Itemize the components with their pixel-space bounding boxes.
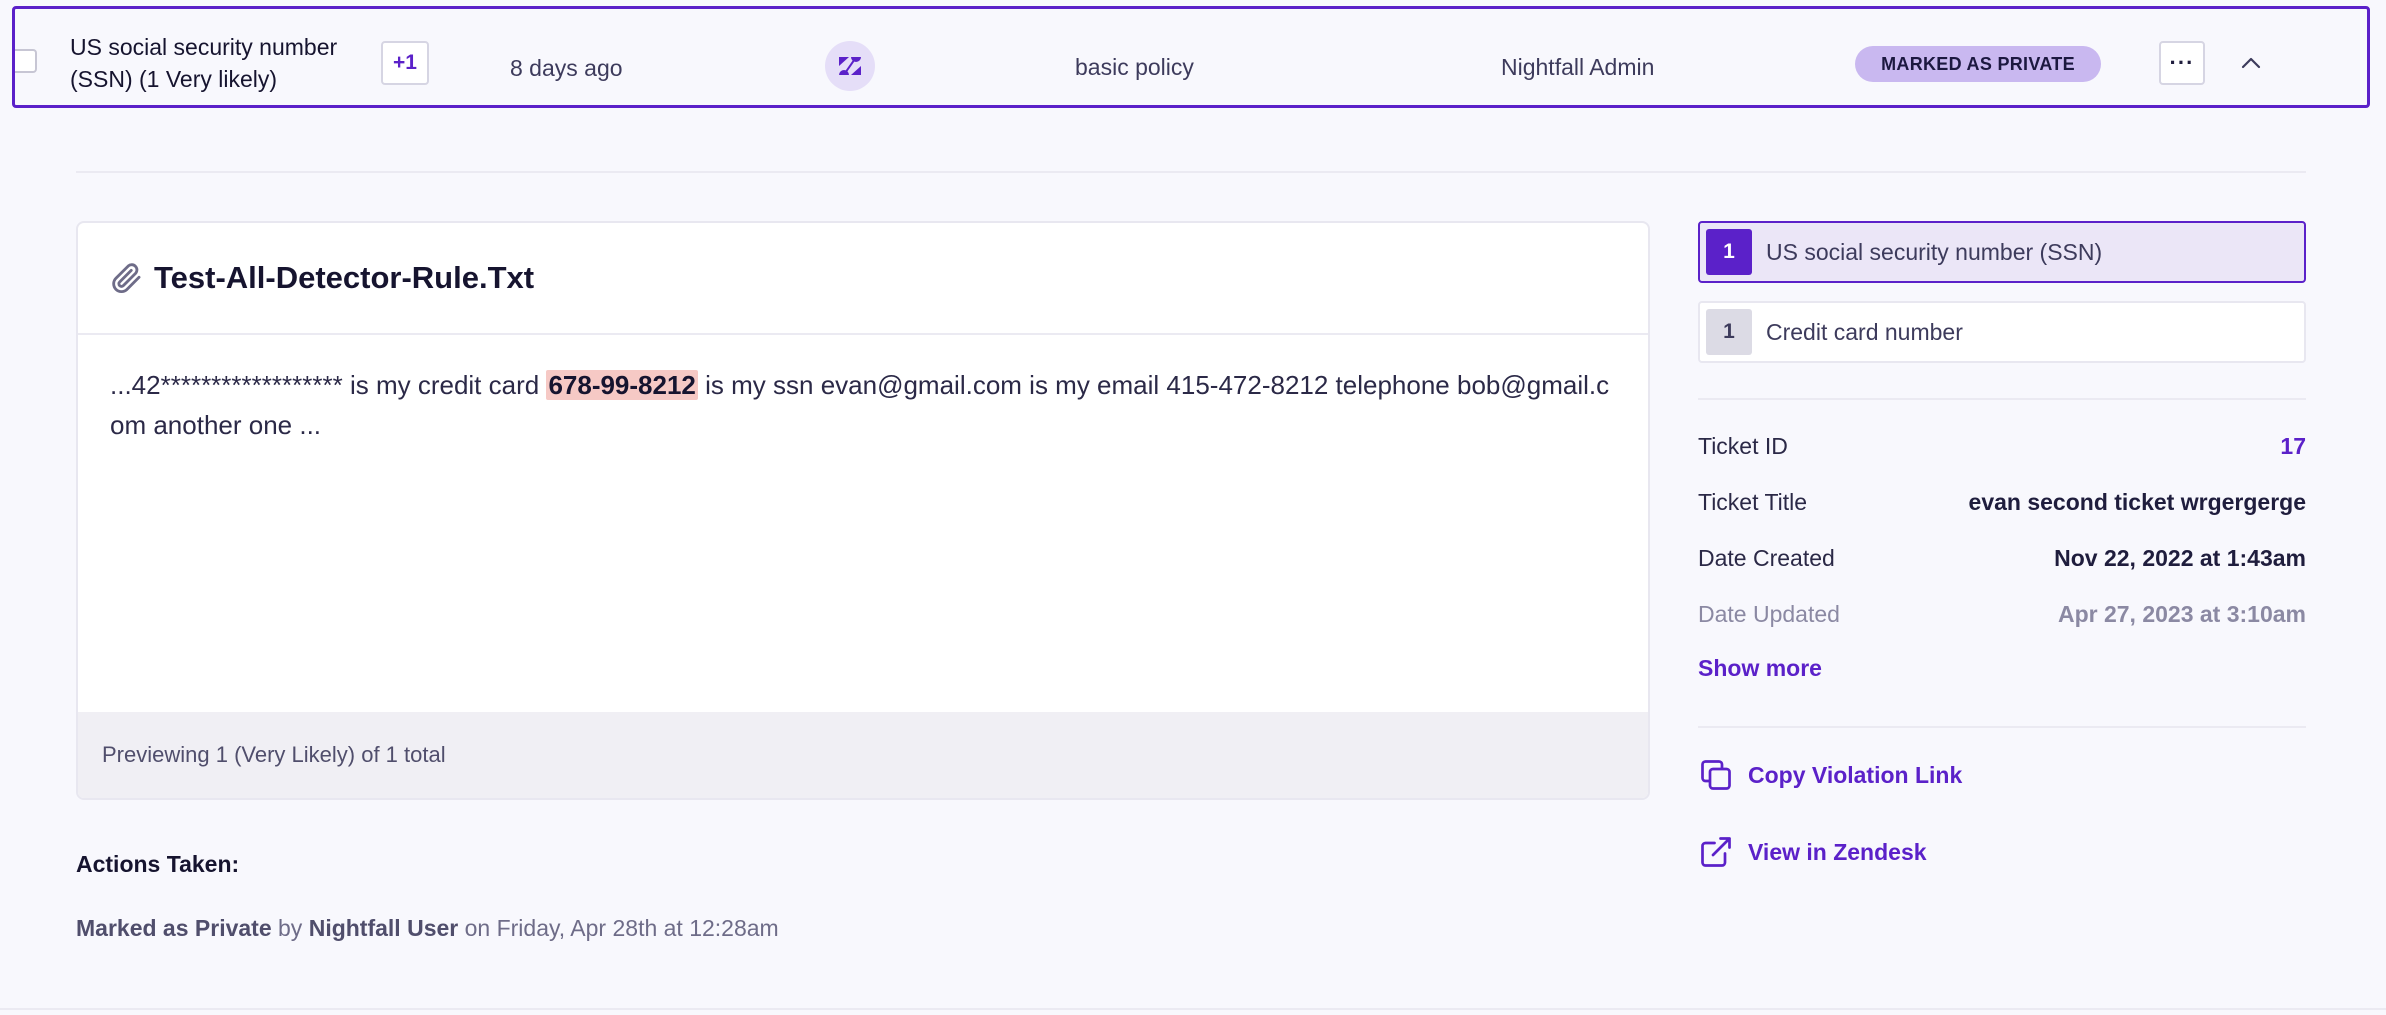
more-actions-button[interactable]: ···	[2159, 41, 2205, 85]
detector-count: 1	[1706, 309, 1752, 355]
detector-item-credit-card[interactable]: 1 Credit card number	[1698, 301, 2306, 363]
detector-summary: US social security number (SSN) (1 Very …	[70, 34, 338, 92]
view-in-zendesk-link[interactable]: View in Zendesk	[1698, 832, 1927, 872]
zendesk-icon	[825, 41, 875, 91]
detector-count: 1	[1706, 229, 1752, 275]
meta-date-updated: Date Updated Apr 27, 2023 at 3:10am	[1698, 598, 2306, 630]
detector-item-ssn[interactable]: 1 US social security number (SSN)	[1698, 221, 2306, 283]
copy-violation-link[interactable]: Copy Violation Link	[1698, 755, 1962, 795]
meta-value: Apr 27, 2023 at 3:10am	[2057, 600, 2306, 627]
show-more-link[interactable]: Show more	[1698, 655, 1822, 682]
preview-text-before: ...42****************** is my credit car…	[110, 370, 547, 400]
meta-value: Nov 22, 2022 at 1:43am	[2054, 544, 2306, 571]
violation-row[interactable]: US social security number (SSN) (1 Very …	[12, 6, 2370, 108]
action-name: Marked as Private	[76, 915, 272, 941]
copy-link-label: Copy Violation Link	[1748, 761, 1963, 788]
actor-name: Nightfall Admin	[1501, 54, 1655, 80]
paperclip-icon	[112, 263, 141, 294]
divider	[1698, 726, 2306, 728]
divider	[1698, 398, 2306, 400]
status-badge: MARKED AS PRIVATE	[1855, 46, 2101, 82]
external-link-icon	[1701, 837, 1731, 867]
card-header: Test-All-Detector-Rule.Txt	[78, 223, 1648, 335]
meta-key: Date Updated	[1698, 600, 1840, 627]
row-checkbox[interactable]	[15, 49, 37, 73]
policy-name: basic policy	[1075, 54, 1194, 80]
meta-date-created: Date Created Nov 22, 2022 at 1:43am	[1698, 542, 2306, 574]
meta-ticket-title: Ticket Title evan second ticket wrgerger…	[1698, 486, 2306, 518]
detector-label: US social security number (SSN)	[1766, 238, 2103, 265]
finding-highlight: 678-99-8212	[546, 370, 698, 400]
actions-taken-label: Actions Taken:	[76, 851, 240, 877]
view-zendesk-label: View in Zendesk	[1748, 838, 1927, 865]
meta-key: Ticket ID	[1698, 432, 1788, 459]
preview-footer: Previewing 1 (Very Likely) of 1 total	[78, 712, 1648, 798]
finding-preview-card: Test-All-Detector-Rule.Txt ...42********…	[76, 221, 1650, 800]
meta-key: Date Created	[1698, 544, 1835, 571]
violation-detail: US social security number (SSN) (1 Very …	[0, 0, 2386, 1015]
extra-detectors-badge[interactable]: +1	[381, 41, 429, 85]
action-time: on Friday, Apr 28th at 12:28am	[464, 915, 779, 941]
divider	[0, 1008, 2386, 1010]
action-by: by	[278, 915, 303, 941]
row-timestamp: 8 days ago	[510, 55, 623, 81]
ticket-id-link[interactable]: 17	[2280, 433, 2306, 460]
preview-text: ...42****************** is my credit car…	[78, 335, 1648, 711]
divider	[76, 171, 2306, 173]
action-entry: Marked as Private by Nightfall User on F…	[76, 915, 779, 942]
file-name: Test-All-Detector-Rule.Txt	[154, 260, 535, 295]
chevron-up-icon[interactable]	[2237, 49, 2265, 77]
copy-icon	[1701, 760, 1731, 790]
meta-ticket-id: Ticket ID 17	[1698, 430, 2306, 462]
action-user: Nightfall User	[308, 915, 459, 941]
meta-value: evan second ticket wrgergerge	[1968, 488, 2306, 515]
detector-label: Credit card number	[1766, 318, 1963, 345]
meta-key: Ticket Title	[1698, 488, 1808, 515]
